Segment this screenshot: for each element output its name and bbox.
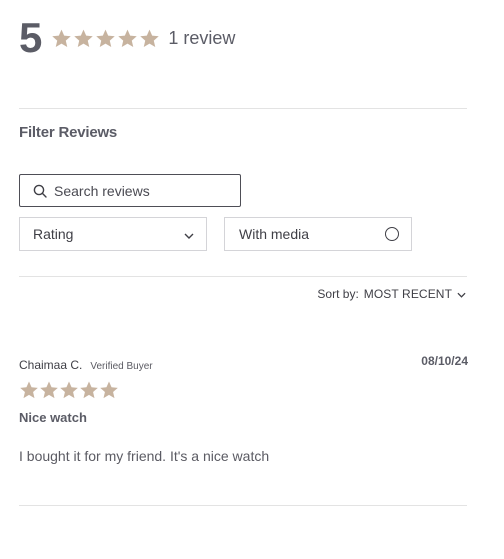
verified-buyer-badge: Verified Buyer bbox=[90, 361, 153, 372]
rating-filter-label: Rating bbox=[33, 226, 74, 242]
sort-label: Sort by: bbox=[317, 287, 359, 301]
search-input[interactable] bbox=[54, 182, 224, 199]
reviewer-info: Chaimaa C. Verified Buyer bbox=[19, 358, 153, 372]
rating-filter-select[interactable]: Rating bbox=[19, 217, 207, 251]
review-count[interactable]: 1 review bbox=[168, 28, 235, 49]
star-icon bbox=[139, 28, 160, 49]
search-icon bbox=[33, 184, 47, 198]
star-icon bbox=[39, 380, 59, 400]
divider bbox=[19, 108, 467, 109]
with-media-filter[interactable]: With media bbox=[224, 217, 412, 251]
sort-control[interactable]: Sort by: MOST RECENT bbox=[317, 287, 466, 301]
star-icon bbox=[73, 28, 94, 49]
divider bbox=[19, 505, 467, 506]
review-title: Nice watch bbox=[19, 410, 87, 425]
review-stars bbox=[19, 380, 119, 400]
reviewer-name: Chaimaa C. bbox=[19, 358, 83, 372]
radio-icon[interactable] bbox=[385, 227, 399, 241]
chevron-down-icon bbox=[184, 226, 194, 242]
filter-reviews-title: Filter Reviews bbox=[19, 124, 118, 141]
rating-summary: 5 1 review bbox=[19, 14, 235, 62]
divider bbox=[19, 276, 467, 277]
star-icon bbox=[79, 380, 99, 400]
star-icon bbox=[95, 28, 116, 49]
review-date: 08/10/24 bbox=[421, 354, 468, 368]
review-body: I bought it for my friend. It's a nice w… bbox=[19, 448, 270, 464]
search-reviews-box[interactable] bbox=[19, 174, 241, 207]
average-rating: 5 bbox=[19, 14, 42, 61]
star-icon bbox=[99, 380, 119, 400]
star-icon bbox=[117, 28, 138, 49]
star-icon bbox=[19, 380, 39, 400]
sort-value[interactable]: MOST RECENT bbox=[364, 287, 452, 301]
with-media-label: With media bbox=[239, 226, 310, 242]
star-icon bbox=[59, 380, 79, 400]
star-icon bbox=[51, 28, 72, 49]
chevron-down-icon bbox=[457, 287, 466, 301]
summary-stars bbox=[51, 28, 160, 49]
